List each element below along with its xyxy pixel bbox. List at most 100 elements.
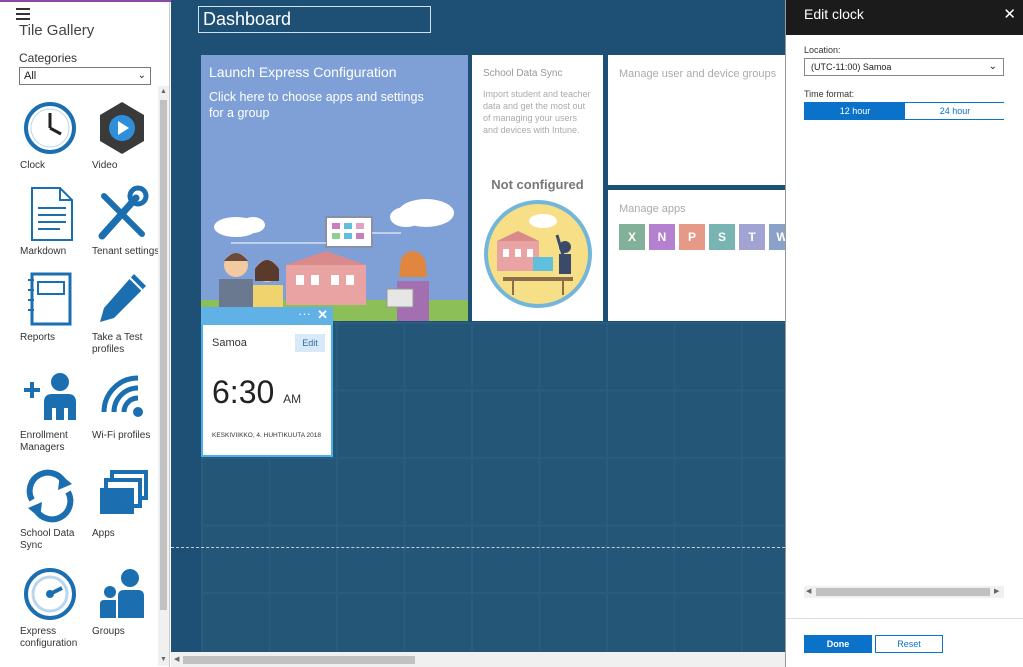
gallery-item-wifi[interactable]: Wi-Fi profiles xyxy=(92,368,158,442)
gallery-item-label: Wi-Fi profiles xyxy=(92,430,151,441)
tile-school-data-sync[interactable]: School Data Sync Import student and teac… xyxy=(472,55,603,321)
gallery-item-label: Enrollment Managers xyxy=(20,430,68,453)
gallery-item-label: Express configuration xyxy=(20,626,78,649)
gallery-item-label: Video xyxy=(92,160,118,171)
enrollment-managers-icon xyxy=(24,373,76,420)
scroll-right-arrow-icon[interactable]: ▶ xyxy=(994,588,999,596)
panel-header: Edit clock ✕ xyxy=(786,0,1023,35)
close-icon[interactable]: ✕ xyxy=(317,308,328,322)
dashboard-horizontal-scrollbar[interactable]: ◀ xyxy=(171,652,785,667)
hamburger-menu-icon[interactable] xyxy=(16,8,30,20)
sync-icon xyxy=(26,469,74,523)
video-icon xyxy=(100,102,144,154)
dashboard-canvas: Dashboard Launch Express Configuration C… xyxy=(171,0,785,667)
clock-time-value: 6:30 xyxy=(212,374,275,410)
gallery-item-clock[interactable]: Clock xyxy=(20,98,95,172)
panel-scroll-thumb[interactable] xyxy=(816,588,990,596)
scroll-up-arrow-icon[interactable]: ▲ xyxy=(160,88,167,96)
onenote-app-icon: N xyxy=(649,224,675,250)
take-a-test-icon xyxy=(100,274,146,322)
tile-description: Import student and teacher data and get … xyxy=(483,89,591,135)
location-select[interactable]: (UTC-11:00) Samoa ⌄ xyxy=(804,58,1004,76)
excel-app-icon: X xyxy=(619,224,645,250)
tenant-settings-icon xyxy=(98,185,149,240)
time-format-label: Time format: xyxy=(804,89,855,99)
close-icon[interactable]: ✕ xyxy=(1003,5,1016,23)
gallery-item-label: Clock xyxy=(20,160,46,171)
gallery-item-label: Groups xyxy=(92,626,125,637)
categories-select[interactable]: All ⌄ xyxy=(19,67,151,85)
gallery-list: Clock Video Markdown Tenant settings Rep… xyxy=(0,92,158,667)
tile-manage-apps[interactable]: Manage apps X N P S T W xyxy=(608,190,785,321)
gallery-item-reports[interactable]: Reports xyxy=(20,270,95,344)
gallery-item-markdown[interactable]: Markdown xyxy=(20,184,95,258)
scroll-down-arrow-icon[interactable]: ▼ xyxy=(160,656,167,664)
scroll-left-arrow-icon[interactable]: ◀ xyxy=(174,656,179,664)
school-sync-illustration xyxy=(484,200,592,308)
chevron-down-icon: ⌄ xyxy=(137,70,146,81)
express-config-icon xyxy=(24,568,76,620)
tile-manage-groups[interactable]: Manage user and device groups xyxy=(608,55,785,185)
gallery-item-label: Tenant settings xyxy=(92,246,158,257)
gallery-scrollbar[interactable]: ▲ ▼ xyxy=(158,86,169,666)
groups-icon xyxy=(100,569,144,618)
clock-city: Samoa xyxy=(212,337,247,349)
reports-icon xyxy=(28,272,72,326)
gallery-item-enrollment-managers[interactable]: Enrollment Managers xyxy=(20,368,95,454)
tile-toolbar: ··· ✕ xyxy=(201,307,333,325)
school-illustration xyxy=(201,199,468,321)
apps-icon xyxy=(100,470,148,514)
reset-button[interactable]: Reset xyxy=(875,635,943,653)
tile-heading: Manage apps xyxy=(619,203,686,215)
more-options-icon[interactable]: ··· xyxy=(298,307,311,321)
gallery-item-label: School Data Sync xyxy=(20,528,75,551)
gallery-item-label: Apps xyxy=(92,528,115,539)
edit-clock-panel: Edit clock ✕ Location: (UTC-11:00) Samoa… xyxy=(785,0,1023,667)
teams-app-icon: T xyxy=(739,224,765,250)
categories-label: Categories xyxy=(19,51,78,65)
format-12-hour-option[interactable]: 12 hour xyxy=(805,103,905,119)
panel-title: Edit clock xyxy=(804,6,864,22)
gallery-title: Tile Gallery xyxy=(19,22,95,39)
categories-value: All xyxy=(24,70,37,82)
scroll-left-arrow-icon[interactable]: ◀ xyxy=(806,588,811,596)
done-button[interactable]: Done xyxy=(804,635,872,653)
tile-status: Not configured xyxy=(491,177,584,192)
sway-app-icon: S xyxy=(709,224,735,250)
chevron-down-icon: ⌄ xyxy=(988,61,997,72)
markdown-icon xyxy=(31,187,73,241)
panel-footer: Done Reset xyxy=(786,618,1023,667)
clock-edit-button[interactable]: Edit xyxy=(295,334,325,352)
word-app-icon: W xyxy=(769,224,785,250)
tile-heading: School Data Sync xyxy=(483,68,563,79)
gallery-item-express-configuration[interactable]: Express configuration xyxy=(20,564,95,650)
tile-heading: Manage user and device groups xyxy=(619,68,777,80)
dashboard-title[interactable]: Dashboard xyxy=(198,6,431,33)
tile-heading: Launch Express Configuration xyxy=(209,64,397,80)
time-format-toggle: 12 hour 24 hour xyxy=(804,102,1005,120)
gallery-item-apps[interactable]: Apps xyxy=(92,466,158,540)
dashboard-boundary-line xyxy=(171,547,785,548)
gallery-item-tenant-settings[interactable]: Tenant settings xyxy=(92,184,158,258)
gallery-item-video[interactable]: Video xyxy=(92,98,158,172)
clock-ampm: AM xyxy=(283,392,302,406)
wifi-icon xyxy=(101,375,143,417)
gallery-item-label: Reports xyxy=(20,332,56,343)
panel-horizontal-scrollbar[interactable]: ◀ ▶ xyxy=(804,586,1004,598)
clock-icon xyxy=(24,102,76,154)
location-label: Location: xyxy=(804,45,841,55)
gallery-item-label: Take a Test profiles xyxy=(92,332,143,355)
location-value: (UTC-11:00) Samoa xyxy=(811,62,892,72)
tile-launch-express-configuration[interactable]: Launch Express Configuration Click here … xyxy=(201,55,468,321)
tile-clock[interactable]: ··· ✕ Samoa Edit 6:30 AM KESKIVIIKKO, 4.… xyxy=(201,307,333,457)
clock-time: 6:30 AM xyxy=(212,374,301,411)
dashboard-scroll-thumb[interactable] xyxy=(183,656,415,664)
format-24-hour-option[interactable]: 24 hour xyxy=(905,103,1005,119)
clock-date: KESKIVIIKKO, 4. HUHTIKUUTA 2018 xyxy=(212,432,321,439)
gallery-item-label: Markdown xyxy=(20,246,67,257)
gallery-scroll-thumb[interactable] xyxy=(160,100,167,610)
powerpoint-app-icon: P xyxy=(679,224,705,250)
gallery-item-take-a-test[interactable]: Take a Test profiles xyxy=(92,270,158,356)
gallery-item-school-data-sync[interactable]: School Data Sync xyxy=(20,466,95,552)
gallery-item-groups[interactable]: Groups xyxy=(92,564,158,638)
